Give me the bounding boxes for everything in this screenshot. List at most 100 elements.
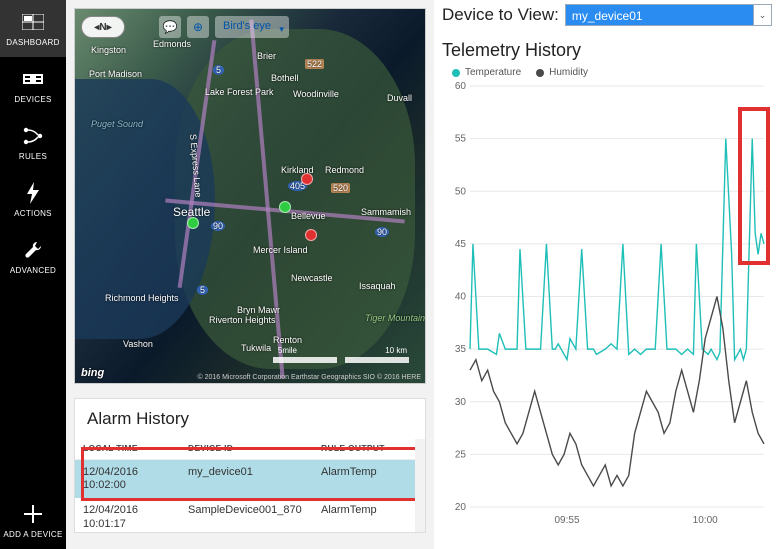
cell-time: 12/04/201610:02:00 [75,460,180,499]
map-route-90a: 90 [211,221,225,231]
devices-icon [22,67,44,91]
cell-time: 12/04/201610:01:17 [75,498,180,533]
cell-device: my_device01 [180,460,313,499]
sidebar-label: ADVANCED [10,266,56,275]
table-row[interactable]: 12/04/201610:01:17 SampleDevice001_870 A… [75,498,425,533]
svg-text:50: 50 [455,186,467,197]
map-marker-green[interactable] [279,201,291,213]
map-label-bothell: Bothell [271,73,299,83]
map-marker-red[interactable] [301,173,313,185]
map-marker-red[interactable] [305,229,317,241]
map-marker-green[interactable] [187,217,199,229]
svg-text:40: 40 [455,292,467,303]
main-column: Puget Sound Seattle Bellevue Kirkland Re… [66,0,434,549]
map-label-redmond: Redmond [325,165,364,175]
device-selector-value: my_device01 [566,5,753,25]
alarm-history-title: Alarm History [75,399,425,437]
map-route-5b: 5 [213,65,224,75]
map-chat-icon[interactable]: 💬 [159,16,181,38]
svg-text:45: 45 [455,239,467,250]
map-label-duvall: Duvall [387,93,412,103]
map-view-select[interactable]: Bird's eye [215,16,289,38]
legend-dot [536,69,544,77]
col-device-id[interactable]: DEVICE ID [180,437,313,460]
map-label-kingston: Kingston [91,45,126,55]
telemetry-chart: 20 25 30 35 40 45 50 55 60 09:55 10:00 [442,82,770,527]
lightning-icon [25,181,41,205]
map-label-tiger: Tiger Mountain [365,313,425,323]
sidebar: DASHBOARD DEVICES RULES ACTIONS ADVANCED… [0,0,66,549]
map-label-lakeforest: Lake Forest Park [205,87,274,97]
map-label-bellevue: Bellevue [291,211,326,221]
sidebar-label: DEVICES [14,95,51,104]
chart-svg: 20 25 30 35 40 45 50 55 60 09:55 10:00 [442,82,770,527]
svg-text:60: 60 [455,82,467,92]
chart-legend: Temperature Humidity [452,67,772,78]
sidebar-label: ADD A DEVICE [3,530,62,539]
map-label-renton: Renton [273,335,302,345]
map-scale-miles [273,357,337,363]
map-label-port: Port Madison [89,69,142,79]
map-label-water: Puget Sound [91,119,143,129]
alarm-history-table: LOCAL TIME DEVICE ID RULE OUTPUT 12/04/2… [75,437,425,533]
device-selector[interactable]: my_device01 ⌄ [565,4,772,26]
sidebar-item-actions[interactable]: ACTIONS [0,171,66,228]
map-label-mercer: Mercer Island [253,245,308,255]
map-label-vashon: Vashon [123,339,153,349]
svg-text:35: 35 [455,344,467,355]
map-scale-label: 5mile [278,346,297,355]
map-route-5a: 5 [197,285,208,295]
map-label-bryn: Bryn Mawr [237,305,280,315]
device-selector-row: Device to View: my_device01 ⌄ [442,4,772,26]
sidebar-item-rules[interactable]: RULES [0,114,66,171]
svg-text:10:00: 10:00 [693,515,718,526]
cell-device: SampleDevice001_870 [180,498,313,533]
map-credits: © 2016 Microsoft Corporation Earthstar G… [75,374,425,381]
scrollbar[interactable] [415,439,425,532]
map-compass[interactable]: ◂ N ▸ [81,16,125,38]
cell-output: AlarmTemp [313,460,425,499]
legend-temperature[interactable]: Temperature [452,67,521,78]
map-label-richmond: Richmond Heights [105,293,179,303]
right-column: Device to View: my_device01 ⌄ Telemetry … [434,0,780,549]
map-label-tukwila: Tukwila [241,343,271,353]
rules-icon [22,124,44,148]
sidebar-item-dashboard[interactable]: DASHBOARD [0,0,66,57]
map-label-brier: Brier [257,51,276,61]
col-rule-output[interactable]: RULE OUTPUT [313,437,425,460]
sidebar-item-devices[interactable]: DEVICES [0,57,66,114]
map-route-90b: 90 [375,227,389,237]
plus-icon [24,502,42,526]
legend-dot [452,69,460,77]
svg-text:55: 55 [455,134,467,145]
cell-output: AlarmTemp [313,498,425,533]
map-label-newcastle: Newcastle [291,273,333,283]
legend-humidity[interactable]: Humidity [536,67,588,78]
dashboard-icon [22,10,44,34]
map-scale-km [345,357,409,363]
svg-text:09:55: 09:55 [555,515,580,526]
wrench-icon [23,238,43,262]
device-selector-label: Device to View: [442,5,559,25]
table-row[interactable]: 12/04/201610:02:00 my_device01 AlarmTemp [75,460,425,499]
map-route-520: 520 [331,183,350,193]
telemetry-title: Telemetry History [442,40,772,61]
map-panel[interactable]: Puget Sound Seattle Bellevue Kirkland Re… [74,8,426,384]
sidebar-label: DASHBOARD [6,38,59,47]
sidebar-item-add-device[interactable]: ADD A DEVICE [0,492,66,549]
sidebar-label: RULES [19,152,47,161]
map-label-sammamish: Sammamish [361,207,411,217]
map-label-riverton: Riverton Heights [209,315,276,325]
map-zoom-icon[interactable]: ⊕ [187,16,209,38]
col-local-time[interactable]: LOCAL TIME [75,437,180,460]
svg-text:30: 30 [455,397,467,408]
map-label-woodinville: Woodinville [293,89,339,99]
svg-text:20: 20 [455,502,467,513]
map-scale-label: 10 km [385,346,407,355]
svg-text:25: 25 [455,449,467,460]
map-toolbar: ◂ N ▸ 💬 ⊕ Bird's eye [81,15,419,39]
sidebar-item-advanced[interactable]: ADVANCED [0,228,66,285]
sidebar-label: ACTIONS [14,209,52,218]
alarm-history-panel: Alarm History LOCAL TIME DEVICE ID RULE … [74,398,426,533]
map-label-edmonds: Edmonds [153,39,191,49]
